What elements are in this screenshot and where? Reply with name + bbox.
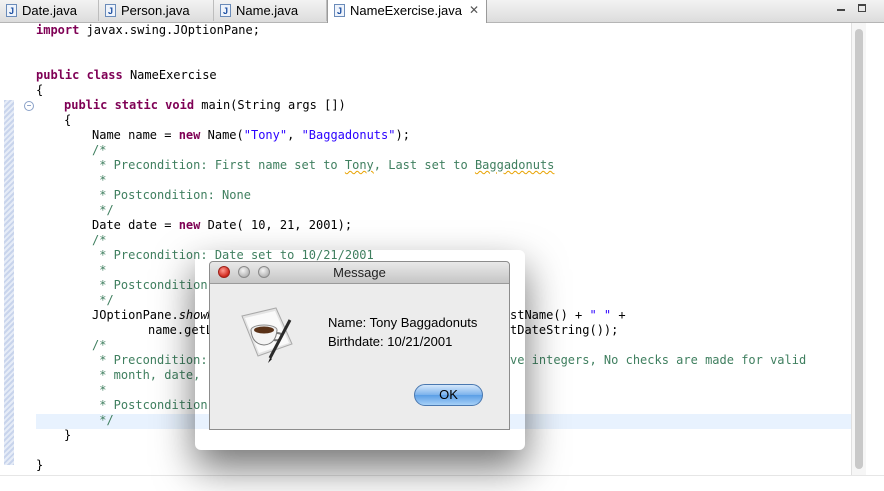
code-token: */ [92, 293, 114, 307]
change-indicator [4, 100, 14, 465]
code-token: static [107, 98, 158, 112]
code-token: javax.swing.JOptionPane; [79, 23, 260, 37]
code-token: * [92, 173, 107, 187]
code-token: * Postcondition [92, 278, 208, 292]
code-token: } [64, 428, 72, 442]
code-token: class [79, 68, 123, 82]
editor-bottom-edge [0, 475, 884, 491]
maximize-icon[interactable] [858, 4, 866, 12]
code-token: */ [92, 203, 114, 217]
code-token: , Last set to [373, 158, 475, 172]
java-coffee-cup-icon [241, 307, 293, 363]
editor-tab-bar: J Date.java J Person.java J Name.java J … [0, 0, 884, 23]
code-token: { [36, 83, 44, 97]
code-token: " " [589, 308, 612, 322]
code-token: * Postcondition: None [92, 188, 251, 202]
code-token: * [92, 263, 107, 277]
code-token: { [64, 113, 72, 127]
code-token: } [36, 458, 44, 472]
code-token: /* [92, 338, 107, 352]
editor-ruler [0, 23, 16, 490]
tab-person-java[interactable]: J Person.java [99, 0, 214, 21]
code-token: Name name = [92, 128, 179, 142]
code-token: public [64, 98, 108, 112]
code-token: ve integers, No checks are made for vali… [510, 353, 807, 367]
tab-nameexercise-java[interactable]: J NameExercise.java ✕ [327, 0, 487, 23]
code-token: /* [92, 143, 107, 157]
ok-button[interactable]: OK [414, 384, 483, 406]
scrollbar-thumb[interactable] [855, 29, 863, 469]
dialog-title: Message [333, 265, 386, 280]
code-token: + [611, 308, 626, 322]
code-token: "Baggadonuts" [301, 128, 396, 142]
code-token: ); [395, 128, 410, 142]
dialog-name-text: Name: Tony Baggadonuts [328, 315, 478, 330]
code-token: /* [92, 233, 107, 247]
java-file-icon: J [6, 4, 17, 17]
code-token: * [92, 383, 107, 397]
code-token: Baggadonuts [474, 158, 555, 172]
code-token: import [36, 23, 80, 37]
code-token: NameExercise [122, 68, 217, 82]
code-token: JOptionPane. [92, 308, 179, 322]
java-file-icon: J [334, 4, 345, 17]
code-token: * Precondition: First name set to [92, 158, 345, 172]
code-token: */ [92, 413, 114, 427]
dialog-birthdate-text: Birthdate: 10/21/2001 [328, 334, 453, 349]
code-token: main(String args []) [194, 98, 346, 112]
tab-name-java[interactable]: J Name.java [214, 0, 327, 21]
java-file-icon: J [220, 4, 231, 17]
message-dialog: Message Name: Tony Baggadonuts Birthdate… [209, 261, 510, 430]
code-token: new [178, 128, 201, 142]
minimize-icon[interactable] [836, 4, 846, 14]
code-token: Date( 10, 21, 2001); [200, 218, 353, 232]
code-token: Tony [344, 158, 374, 172]
close-icon[interactable]: ✕ [468, 4, 480, 16]
code-token: , [287, 128, 302, 142]
dialog-titlebar[interactable]: Message [210, 262, 509, 284]
code-token: * month, date, [92, 368, 201, 382]
code-token: tDateString()); [510, 323, 619, 337]
code-token: void [157, 98, 195, 112]
code-text[interactable]: import javax.swing.JOptionPane; public c… [36, 23, 806, 472]
tab-date-java[interactable]: J Date.java [0, 0, 99, 21]
code-token: * Postcondition [92, 398, 208, 412]
vertical-scrollbar[interactable] [851, 23, 866, 475]
code-token: public [36, 68, 80, 82]
fold-collapse-icon[interactable]: − [24, 101, 34, 111]
code-token: * Precondition: [92, 353, 208, 367]
code-token: new [178, 218, 201, 232]
code-token: Date date = [92, 218, 179, 232]
java-file-icon: J [105, 4, 116, 17]
code-token: "Tony" [243, 128, 288, 142]
code-token: Name( [200, 128, 244, 142]
